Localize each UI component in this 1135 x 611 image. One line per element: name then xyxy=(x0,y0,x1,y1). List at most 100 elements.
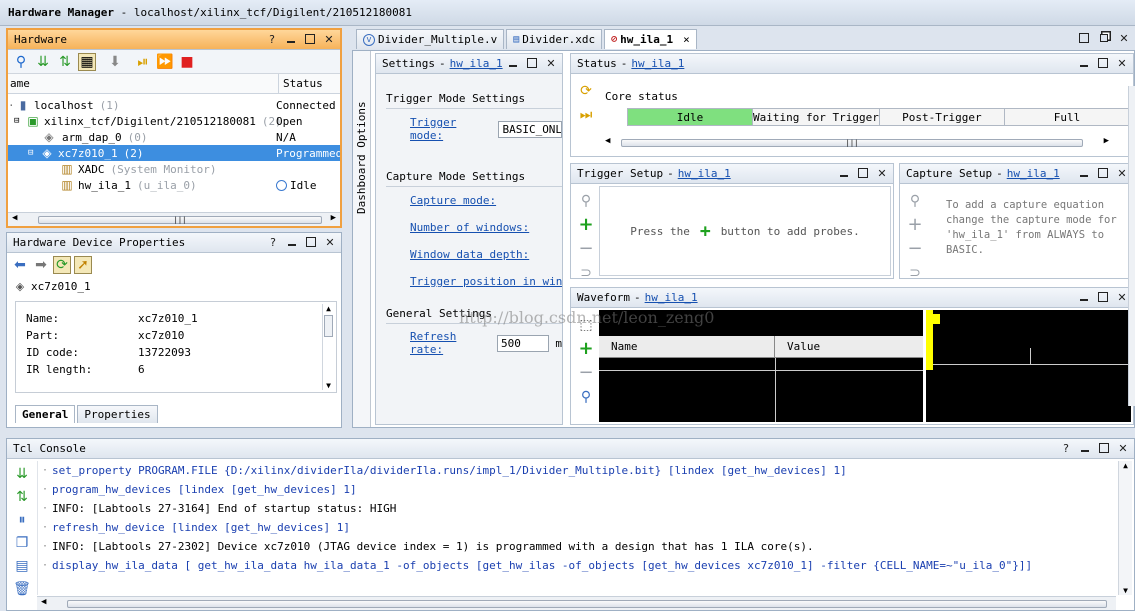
scroll-thumb[interactable] xyxy=(67,600,1107,608)
trigger-mode-label[interactable]: Trigger mode: xyxy=(410,116,492,142)
expand-all-icon[interactable]: ⇅ xyxy=(56,53,74,71)
name-column-header[interactable]: Name xyxy=(599,336,775,357)
close-icon[interactable]: ✕ xyxy=(1117,31,1131,45)
waveform-canvas[interactable] xyxy=(926,310,1131,422)
refresh-rate-input[interactable]: 500 xyxy=(497,334,550,352)
close-icon[interactable]: ✕ xyxy=(1115,56,1129,70)
capture-mode-label[interactable]: Capture mode: xyxy=(410,194,496,207)
maximize-icon[interactable] xyxy=(1097,441,1111,455)
minimize-icon[interactable] xyxy=(1077,290,1091,304)
minimize-icon[interactable] xyxy=(284,32,298,46)
tab-close-icon[interactable]: × xyxy=(683,33,690,46)
maximize-icon[interactable] xyxy=(1077,31,1091,45)
tcl-hscrollbar[interactable]: ◀ xyxy=(37,596,1116,610)
number-of-windows-label[interactable]: Number of windows: xyxy=(410,221,529,234)
tree-row-hw-ila[interactable]: ▥ hw_ila_1 (u_ila_0) Idle xyxy=(8,177,340,193)
status-ila-link[interactable]: hw_ila_1 xyxy=(631,57,684,70)
scroll-thumb[interactable]: ||| xyxy=(38,216,322,224)
back-arrow-icon[interactable]: ⬅ xyxy=(11,256,29,274)
properties-vscrollbar[interactable]: ▲ ▼ xyxy=(322,304,334,390)
minimize-icon[interactable] xyxy=(1078,441,1092,455)
waveform-ila-link[interactable]: hw_ila_1 xyxy=(645,291,698,304)
add-probe-icon[interactable]: + xyxy=(577,216,595,234)
maximize-icon[interactable] xyxy=(303,32,317,46)
stop-trigger-icon[interactable]: ■ xyxy=(178,53,196,71)
minimize-icon[interactable] xyxy=(506,56,520,70)
minimize-icon[interactable] xyxy=(837,166,851,180)
remove-icon[interactable]: − xyxy=(906,240,924,258)
trigger-position-label[interactable]: Trigger position in windo xyxy=(410,275,562,288)
maximize-icon[interactable] xyxy=(856,166,870,180)
dashboard-vscrollbar[interactable] xyxy=(1128,86,1135,406)
run-trigger-icon[interactable]: ⟳ xyxy=(577,82,595,100)
trigger-setup-ila-link[interactable]: hw_ila_1 xyxy=(678,167,731,180)
close-icon[interactable]: ✕ xyxy=(1116,441,1130,455)
tab-divider-xdc[interactable]: ▤ Divider.xdc xyxy=(506,29,603,49)
name-column-header[interactable]: ame xyxy=(8,77,30,90)
close-icon[interactable]: ✕ xyxy=(323,235,337,249)
zoom-icon[interactable]: ⚲ xyxy=(577,388,595,406)
program-device-icon[interactable]: ⬇ xyxy=(106,53,124,71)
gate-icon[interactable]: ⊃ xyxy=(577,264,595,282)
gate-icon[interactable]: ⊃ xyxy=(906,264,924,282)
collapse-toggle-icon[interactable]: ⊟ xyxy=(14,116,24,126)
tree-row-xc7z010[interactable]: ⊟ ◈ xc7z010_1 (2) Programmed xyxy=(8,145,340,161)
dashboard-options-strip[interactable]: Dashboard Options xyxy=(353,51,371,427)
tree-row-localhost[interactable]: · ▮ localhost (1) Connected xyxy=(8,97,340,113)
tree-row-arm-dap[interactable]: ◈ arm_dap_0 (0) N/A xyxy=(8,129,340,145)
remove-probe-icon[interactable]: − xyxy=(577,364,595,382)
sync-icon[interactable]: ⟳ xyxy=(53,256,71,274)
tab-general[interactable]: General xyxy=(15,405,76,423)
maximize-icon[interactable] xyxy=(304,235,318,249)
capture-setup-ila-link[interactable]: hw_ila_1 xyxy=(1007,167,1060,180)
status-column-header[interactable]: Status xyxy=(278,73,323,94)
run-trigger-icon[interactable]: ⏯ xyxy=(134,53,152,71)
close-icon[interactable]: ✕ xyxy=(875,166,889,180)
close-icon[interactable]: ✕ xyxy=(544,56,558,70)
hardware-hscrollbar[interactable]: ◀ ||| ▶ xyxy=(8,212,340,226)
tcl-vscrollbar[interactable]: ▲ ▼ xyxy=(1118,461,1132,595)
tree-row-jtag-target[interactable]: ⊟ ▣ xilinx_tcf/Digilent/210512180081 (2)… xyxy=(8,113,340,129)
refresh-rate-label[interactable]: Refresh rate: xyxy=(410,330,493,356)
run-immediate-icon[interactable]: ⏩ xyxy=(156,53,174,71)
scroll-thumb[interactable]: ||| xyxy=(621,139,1083,147)
settings-ila-link[interactable]: hw_ila_1 xyxy=(450,57,503,70)
remove-probe-icon[interactable]: − xyxy=(577,240,595,258)
minimize-icon[interactable] xyxy=(1077,56,1091,70)
maximize-icon[interactable] xyxy=(1096,56,1110,70)
search-icon[interactable]: ⚲ xyxy=(12,53,30,71)
run-immediate-icon[interactable]: ⏭ xyxy=(577,106,595,124)
close-icon[interactable]: ✕ xyxy=(322,32,336,46)
tree-row-xadc[interactable]: ▥ XADC (System Monitor) xyxy=(8,161,340,177)
clear-icon[interactable]: 🗑 xyxy=(13,580,31,598)
restore-icon[interactable] xyxy=(1097,31,1111,45)
help-icon[interactable]: ? xyxy=(265,32,279,46)
maximize-icon[interactable] xyxy=(1096,290,1110,304)
pause-icon[interactable]: ⏸ xyxy=(13,511,31,529)
auto-connect-icon[interactable]: ▦ xyxy=(78,52,96,71)
window-data-depth-label[interactable]: Window data depth: xyxy=(410,248,529,261)
minimize-icon[interactable] xyxy=(1077,166,1091,180)
help-icon[interactable]: ? xyxy=(266,235,280,249)
search-icon[interactable]: ⚲ xyxy=(577,192,595,210)
tab-hw-ila[interactable]: ⊘ hw_ila_1 × xyxy=(604,29,697,49)
close-icon[interactable]: ✕ xyxy=(1115,166,1129,180)
document-icon[interactable]: ▤ xyxy=(13,557,31,575)
pointer-icon[interactable]: ➚ xyxy=(74,256,92,274)
trigger-mode-select[interactable]: BASIC_ONLY xyxy=(498,120,562,138)
collapse-all-icon[interactable]: ⇊ xyxy=(13,465,31,483)
close-icon[interactable]: ✕ xyxy=(1115,290,1129,304)
search-icon[interactable]: ⚲ xyxy=(906,192,924,210)
tab-divider-multiple[interactable]: v Divider_Multiple.v xyxy=(356,29,505,49)
help-icon[interactable]: ? xyxy=(1059,441,1073,455)
forward-arrow-icon[interactable]: ➡ xyxy=(32,256,50,274)
maximize-icon[interactable] xyxy=(525,56,539,70)
maximize-icon[interactable] xyxy=(1096,166,1110,180)
add-probe-icon[interactable]: + xyxy=(577,340,595,358)
collapse-toggle-icon[interactable]: ⊟ xyxy=(28,148,38,158)
collapse-all-icon[interactable]: ⇊ xyxy=(34,53,52,71)
expand-all-icon[interactable]: ⇅ xyxy=(13,488,31,506)
status-hscrollbar[interactable]: ◀ ||| ▶ xyxy=(601,136,1113,150)
minimize-icon[interactable] xyxy=(285,235,299,249)
add-icon[interactable]: + xyxy=(906,216,924,234)
